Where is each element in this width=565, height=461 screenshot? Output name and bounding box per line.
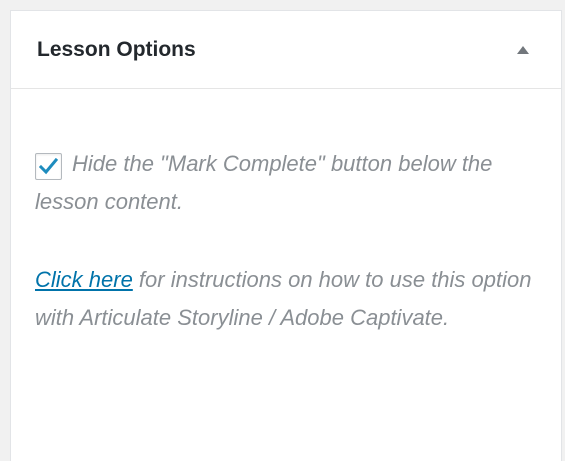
hide-mark-complete-checkbox[interactable] (35, 153, 62, 180)
lesson-options-metabox: Lesson Options Hide the "Mark Complete" … (10, 10, 562, 461)
metabox-title: Lesson Options (37, 37, 196, 61)
page: Lesson Options Hide the "Mark Complete" … (0, 0, 565, 461)
hide-mark-complete-option: Hide the "Mark Complete" button below th… (35, 145, 535, 221)
hide-mark-complete-label: Hide the "Mark Complete" button below th… (35, 151, 493, 214)
storyline-info: Click here for instructions on how to us… (35, 261, 535, 337)
metabox-header: Lesson Options (11, 11, 561, 89)
checkmark-icon (39, 158, 58, 175)
toggle-panel-button[interactable] (511, 38, 535, 62)
metabox-body: Hide the "Mark Complete" button below th… (11, 89, 561, 337)
click-here-link[interactable]: Click here (35, 267, 133, 292)
triangle-up-icon (517, 45, 529, 54)
